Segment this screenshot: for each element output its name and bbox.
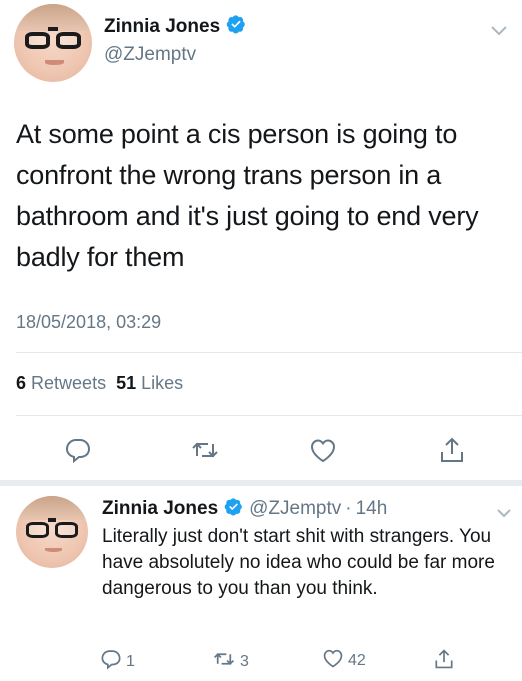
- avatar[interactable]: [14, 4, 92, 82]
- divider: [16, 352, 522, 353]
- reply-time-ago[interactable]: 14h: [356, 498, 388, 520]
- reply-author-display-name[interactable]: Zinnia Jones: [102, 498, 218, 520]
- share-button[interactable]: [434, 648, 454, 675]
- reply-icon: [100, 648, 122, 675]
- like-button[interactable]: 42: [322, 648, 366, 673]
- retweet-icon[interactable]: [185, 430, 225, 470]
- like-icon: [322, 648, 344, 673]
- likes-stat[interactable]: 51 Likes: [116, 373, 183, 394]
- avatar[interactable]: [16, 496, 88, 568]
- retweets-stat[interactable]: 6 Retweets: [16, 373, 106, 394]
- like-count: 42: [348, 651, 366, 669]
- tweet-stats: 6 Retweets 51 Likes: [16, 373, 183, 394]
- reply-count: 1: [126, 652, 135, 670]
- reply-action-bar: 1 3 42: [100, 648, 480, 678]
- share-icon[interactable]: [432, 430, 472, 470]
- divider: [16, 415, 522, 416]
- like-icon[interactable]: [303, 430, 343, 470]
- retweet-count: 3: [240, 652, 249, 670]
- separator-dot: ·: [345, 498, 352, 519]
- reply-button[interactable]: 1: [100, 648, 135, 675]
- reply-text: Literally just don't start shit with str…: [102, 526, 495, 599]
- reply-author-row[interactable]: Zinnia Jones @ZJemptv · 14h: [102, 497, 387, 521]
- reply-icon[interactable]: [58, 430, 98, 470]
- retweet-button[interactable]: 3: [212, 648, 249, 675]
- tweet-separator: [0, 480, 522, 486]
- author-display-name[interactable]: Zinnia Jones: [104, 16, 220, 38]
- tweet-text: At some point a cis person is going to c…: [16, 119, 479, 272]
- tweet-timestamp[interactable]: 18/05/2018, 03:29: [16, 312, 161, 333]
- share-icon: [434, 648, 454, 675]
- verified-badge-icon: [226, 14, 246, 39]
- main-tweet: Zinnia Jones @ZJemptv At some point a ci…: [0, 0, 522, 486]
- author-name-row[interactable]: Zinnia Jones: [104, 14, 246, 39]
- chevron-down-icon[interactable]: [496, 505, 512, 523]
- verified-badge-icon: [224, 497, 243, 521]
- author-handle[interactable]: @ZJemptv: [104, 44, 196, 66]
- reply-author-handle[interactable]: @ZJemptv: [249, 498, 341, 520]
- tweet-action-bar: [0, 430, 522, 470]
- chevron-down-icon[interactable]: [490, 24, 508, 42]
- retweet-icon: [212, 648, 236, 675]
